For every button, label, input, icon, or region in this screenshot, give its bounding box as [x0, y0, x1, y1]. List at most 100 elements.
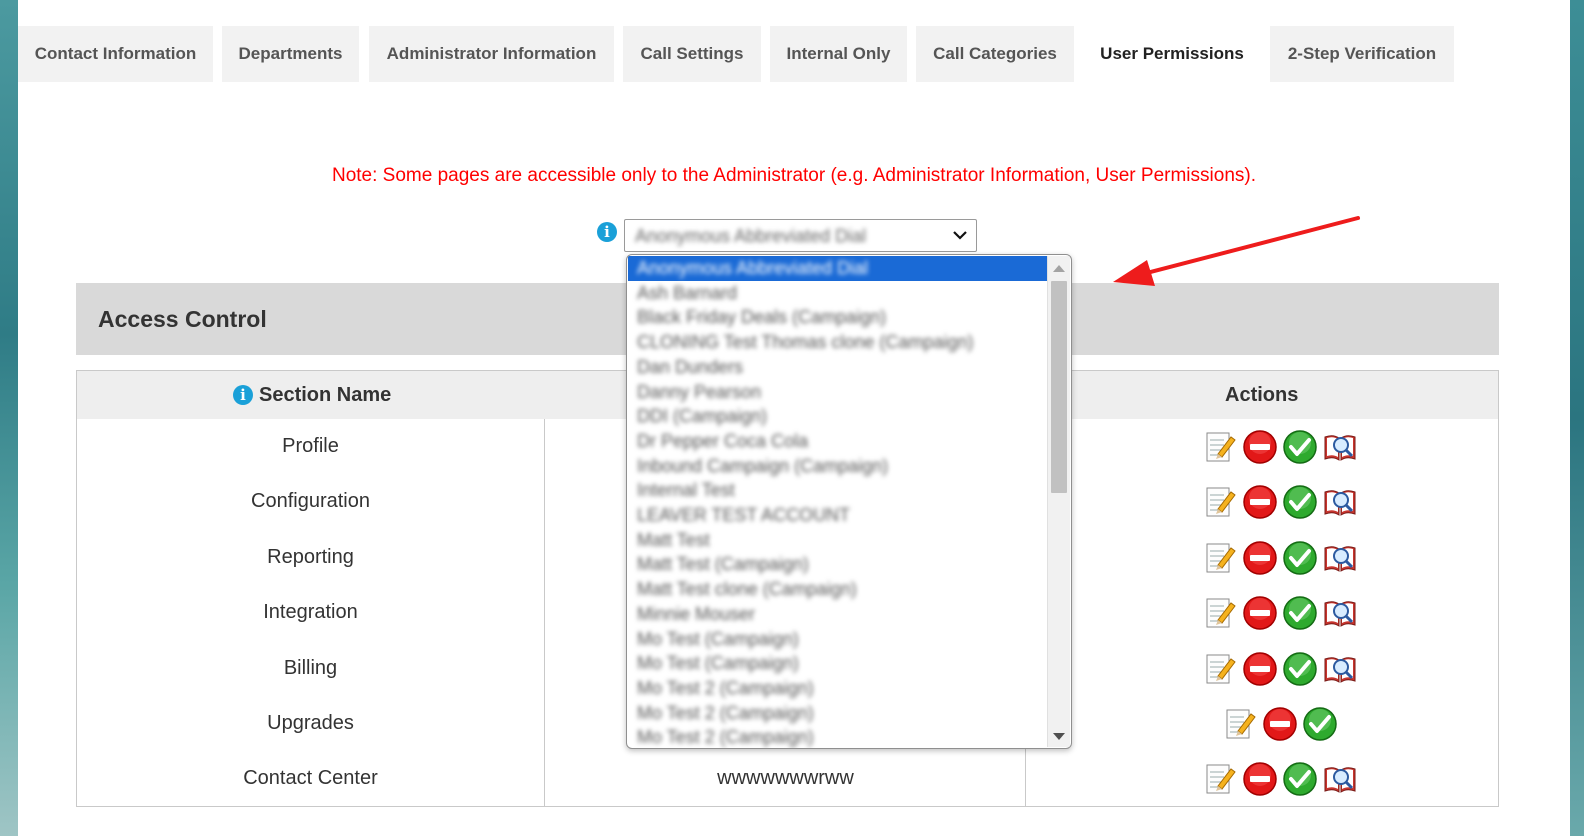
dropdown-option[interactable]: DDI (Campaign) — [628, 404, 1048, 429]
dropdown-option[interactable]: CLONING Test Thomas clone (Campaign) — [628, 330, 1048, 355]
tab-user-permissions[interactable]: User Permissions — [1083, 26, 1261, 82]
view-icon[interactable] — [1322, 540, 1358, 576]
tab-internal-only[interactable]: Internal Only — [770, 26, 907, 82]
edit-icon[interactable] — [1222, 706, 1258, 742]
row-actions — [1222, 706, 1342, 744]
allow-icon[interactable] — [1282, 429, 1318, 465]
dropdown-option-label: Minnie Mouser — [637, 603, 756, 624]
info-icon[interactable]: i — [597, 222, 617, 242]
dropdown-option[interactable]: Dr Pepper Coca Cola — [628, 429, 1048, 454]
edit-icon[interactable] — [1202, 651, 1238, 687]
edit-icon[interactable] — [1202, 540, 1238, 576]
view-icon[interactable] — [1322, 651, 1358, 687]
row-actions — [1202, 484, 1362, 522]
deny-icon[interactable] — [1242, 540, 1278, 576]
view-icon[interactable] — [1322, 595, 1358, 631]
dropdown-option-label: Internal Test — [637, 480, 735, 501]
scrollbar-thumb[interactable] — [1051, 281, 1067, 493]
dropdown-option[interactable]: Mo Test 2 (Campaign) — [628, 676, 1048, 701]
edit-icon[interactable] — [1202, 595, 1238, 631]
annotation-arrow — [1113, 216, 1360, 286]
allow-icon[interactable] — [1302, 706, 1338, 742]
dropdown-option[interactable]: Danny Pearson — [628, 380, 1048, 405]
dropdown-option-label: Matt Test — [637, 529, 710, 550]
dropdown-option[interactable]: Minnie Mouser — [628, 602, 1048, 627]
dropdown-option[interactable]: Dan Dunders — [628, 355, 1048, 380]
section-info-icon[interactable]: i — [233, 385, 253, 405]
dropdown-option[interactable]: LEAVER TEST ACCOUNT — [628, 503, 1048, 528]
edit-icon[interactable] — [1202, 484, 1238, 520]
dropdown-option-label: Mo Test (Campaign) — [637, 628, 799, 649]
row-actions — [1202, 651, 1362, 689]
tab-call-settings[interactable]: Call Settings — [623, 26, 761, 82]
row-actions — [1202, 595, 1362, 633]
row-actions — [1202, 761, 1362, 799]
allow-icon[interactable] — [1282, 484, 1318, 520]
dropdown-option[interactable]: Mo Test (Campaign) — [628, 627, 1048, 652]
dropdown-option[interactable]: Black Friday Deals (Campaign) — [628, 305, 1048, 330]
dropdown-option[interactable]: Ash Barnard — [628, 281, 1048, 306]
tab-call-categories[interactable]: Call Categories — [916, 26, 1074, 82]
edit-icon[interactable] — [1202, 429, 1238, 465]
user-select-value: Anonymous Abbreviated Dial — [635, 226, 867, 246]
user-permissions-panel: Contact Information Departments Administ… — [18, 0, 1570, 836]
row-actions — [1202, 540, 1362, 578]
deny-icon[interactable] — [1242, 761, 1278, 797]
view-icon[interactable] — [1322, 484, 1358, 520]
allow-icon[interactable] — [1282, 761, 1318, 797]
dropdown-option[interactable]: Matt Test — [628, 528, 1048, 553]
deny-icon[interactable] — [1242, 484, 1278, 520]
deny-icon[interactable] — [1242, 651, 1278, 687]
row-actions — [1202, 429, 1362, 467]
dropdown-option[interactable]: Matt Test (Campaign) — [628, 552, 1048, 577]
scroll-up-icon[interactable] — [1053, 265, 1065, 272]
dropdown-option-label: Danny Pearson — [637, 381, 762, 402]
dropdown-scrollbar[interactable] — [1047, 256, 1070, 747]
deny-icon[interactable] — [1242, 429, 1278, 465]
dropdown-option-label: LEAVER TEST ACCOUNT — [637, 505, 851, 525]
dropdown-option-label: Dan Dunders — [637, 356, 744, 377]
chevron-down-icon — [953, 231, 967, 240]
tab-2-step-verification[interactable]: 2-Step Verification — [1270, 26, 1454, 82]
section-name: Upgrades — [267, 712, 354, 734]
tab-departments[interactable]: Departments — [222, 26, 359, 82]
section-name: Contact Center — [243, 767, 378, 790]
section-name: Profile — [282, 435, 339, 457]
dropdown-option[interactable]: Inbound Campaign (Campaign) — [628, 454, 1048, 479]
deny-icon[interactable] — [1262, 706, 1298, 742]
user-select[interactable]: Anonymous Abbreviated Dial — [624, 219, 977, 252]
dropdown-option[interactable]: Internal Test — [628, 478, 1048, 503]
user-select-dropdown[interactable]: Anonymous Abbreviated Dial Ash Barnard Bla… — [626, 254, 1072, 749]
allow-icon[interactable] — [1282, 651, 1318, 687]
window-background-left — [0, 0, 18, 836]
dropdown-option[interactable]: Mo Test 2 (Campaign) — [628, 725, 1048, 748]
dropdown-option-label: Black Friday Deals (Campaign) — [637, 307, 887, 328]
allow-icon[interactable] — [1282, 595, 1318, 631]
dropdown-option[interactable]: Mo Test (Campaign) — [628, 651, 1048, 676]
edit-icon[interactable] — [1202, 761, 1238, 797]
dropdown-option-label: Dr Pepper Coca Cola — [637, 430, 809, 451]
dropdown-option-label: Matt Test (Campaign) — [637, 554, 809, 575]
dropdown-option-label: Mo Test 2 (Campaign) — [637, 727, 814, 748]
scroll-down-icon[interactable] — [1053, 733, 1065, 740]
tab-contact-information[interactable]: Contact Information — [18, 26, 213, 82]
dropdown-option[interactable]: Matt Test clone (Campaign) — [628, 577, 1048, 602]
dropdown-option-label: Inbound Campaign (Campaign) — [637, 455, 889, 476]
dropdown-option-label: Anonymous Abbreviated Dial — [637, 258, 869, 278]
dropdown-option-label: CLONING Test Thomas clone (Campaign) — [637, 332, 974, 353]
dropdown-option[interactable]: Anonymous Abbreviated Dial — [628, 256, 1048, 281]
section-name: Billing — [283, 656, 338, 679]
dropdown-option-label: Ash Barnard — [637, 282, 738, 303]
column-divider — [544, 419, 545, 806]
deny-icon[interactable] — [1242, 595, 1278, 631]
administrator-note: Note: Some pages are accessible only to … — [331, 165, 1256, 186]
dropdown-option-label: Mo Test 2 (Campaign) — [637, 702, 814, 723]
dropdown-option-label: DDI (Campaign) — [637, 406, 768, 427]
view-icon[interactable] — [1322, 761, 1358, 797]
section-name: Reporting — [267, 545, 354, 568]
view-icon[interactable] — [1322, 429, 1358, 465]
dropdown-option[interactable]: Mo Test 2 (Campaign) — [628, 701, 1048, 726]
tab-administrator-information[interactable]: Administrator Information — [369, 26, 614, 82]
section-name: Configuration — [251, 490, 370, 513]
allow-icon[interactable] — [1282, 540, 1318, 576]
